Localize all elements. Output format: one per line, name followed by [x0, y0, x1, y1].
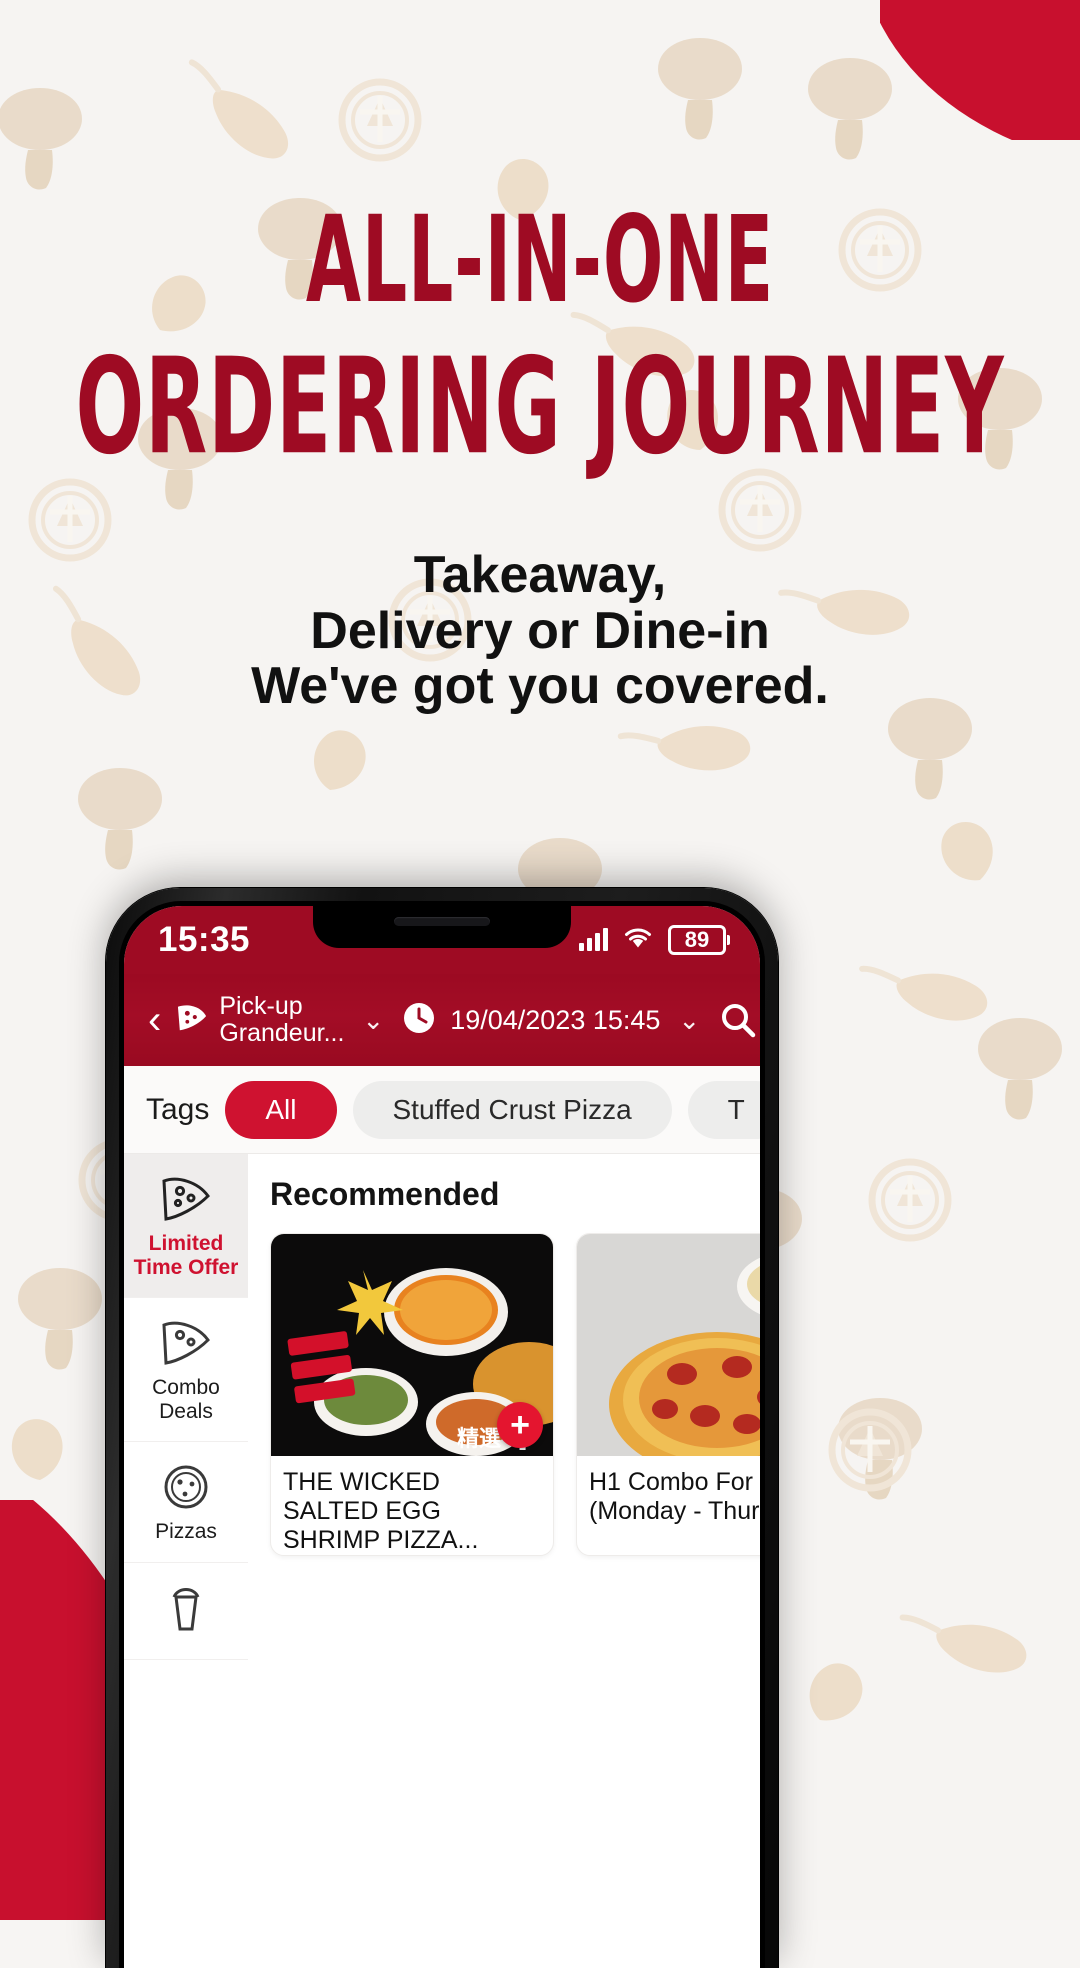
- drink-outline-icon: [130, 1583, 242, 1633]
- category-item-combo-deals[interactable]: Combo Deals: [124, 1298, 248, 1443]
- headline-line-1: ALL-IN-ONE: [305, 191, 775, 331]
- search-icon[interactable]: [718, 1000, 758, 1040]
- wifi-icon: [623, 926, 653, 955]
- battery-indicator: 89: [668, 925, 726, 955]
- tag-chip-stuffed-crust-pizza[interactable]: Stuffed Crust Pizza: [352, 1080, 672, 1139]
- tag-chip-all[interactable]: All: [225, 1080, 337, 1139]
- product-card[interactable]: + H1 Combo For 2 (Monday - Thursd...: [576, 1233, 760, 1556]
- category-label-limited-time-offer: Limited Time Offer: [133, 1232, 239, 1279]
- category-rail: Limited Time Offer Combo Deals Pizzas: [124, 1154, 248, 1968]
- phone-mockup: 15:35 89 ‹ Pick-up Grandeur... ⌄ 19/04/2…: [106, 888, 778, 1968]
- order-datetime-label[interactable]: 19/04/2023 15:45: [450, 1005, 660, 1036]
- signal-bars-icon: [579, 928, 608, 951]
- headline-line-2: ORDERING JOURNEY: [75, 330, 1005, 485]
- order-mode-selector[interactable]: Pick-up Grandeur...: [175, 993, 344, 1047]
- catalog-content: Limited Time Offer Combo Deals Pizzas Re…: [124, 1154, 760, 1968]
- product-title: THE WICKED SALTED EGG SHRIMP PIZZA...: [283, 1468, 479, 1554]
- category-item-limited-time-offer[interactable]: Limited Time Offer: [124, 1154, 248, 1299]
- pizza-slice-outline-icon: [130, 1318, 242, 1368]
- back-chevron-icon[interactable]: ‹: [148, 1000, 161, 1040]
- page-subtitle: Takeaway, Delivery or Dine-in We've got …: [0, 546, 1080, 716]
- category-item-drinks[interactable]: [124, 1562, 248, 1660]
- category-label-pizzas: Pizzas: [155, 1520, 217, 1544]
- product-card[interactable]: 精選 4 + THE WICKED SALTED EGG SHRIMP PIZZ…: [270, 1233, 554, 1556]
- subtitle-line-1: Takeaway,: [413, 546, 667, 604]
- product-thumbnail: +: [577, 1234, 760, 1456]
- subtitle-line-2: Delivery or Dine-in: [310, 601, 770, 660]
- app-header: ‹ Pick-up Grandeur... ⌄ 19/04/2023 15:45…: [124, 974, 760, 1066]
- clock-icon: [402, 1001, 436, 1040]
- chevron-down-icon[interactable]: ⌄: [362, 1005, 384, 1036]
- tag-chip-next[interactable]: T: [687, 1080, 760, 1139]
- product-list: Recommended 精選 + THE WICKED SALTED EGG S…: [248, 1154, 760, 1968]
- pizza-slice-icon: [175, 1003, 209, 1038]
- datetime-chevron-down-icon[interactable]: ⌄: [678, 1005, 700, 1036]
- tag-filter-row: Tags All Stuffed Crust Pizza T: [124, 1066, 760, 1154]
- pizza-whole-outline-icon: [130, 1462, 242, 1512]
- store-name-label: Grandeur...: [219, 1019, 345, 1047]
- pizza-slice-outline-icon: [130, 1174, 242, 1224]
- earpiece-speaker: [394, 917, 490, 926]
- order-mode-label: Pick-up: [219, 992, 303, 1020]
- phone-bezel: 15:35 89 ‹ Pick-up Grandeur... ⌄ 19/04/2…: [119, 901, 765, 1968]
- corner-accent-top-right: [880, 0, 1080, 140]
- subtitle-line-3: We've got you covered.: [251, 657, 829, 716]
- tags-label: Tags: [146, 1092, 210, 1126]
- product-thumbnail: 精選 4 +: [271, 1234, 553, 1456]
- svg-text:精選: 精選: [457, 1426, 501, 1452]
- phone-screen: 15:35 89 ‹ Pick-up Grandeur... ⌄ 19/04/2…: [124, 906, 760, 1968]
- category-label-combo-deals: Combo Deals: [152, 1376, 220, 1423]
- category-item-pizzas[interactable]: Pizzas: [124, 1442, 248, 1563]
- product-title: H1 Combo For 2 (Monday - Thursd...: [589, 1468, 760, 1525]
- phone-notch: [313, 906, 571, 948]
- page-title: ALL-IN-ONE ORDERING JOURNEY: [0, 191, 1080, 473]
- status-time: 15:35: [158, 920, 251, 959]
- section-title-recommended: Recommended: [270, 1176, 500, 1212]
- add-to-cart-button[interactable]: +: [497, 1402, 543, 1448]
